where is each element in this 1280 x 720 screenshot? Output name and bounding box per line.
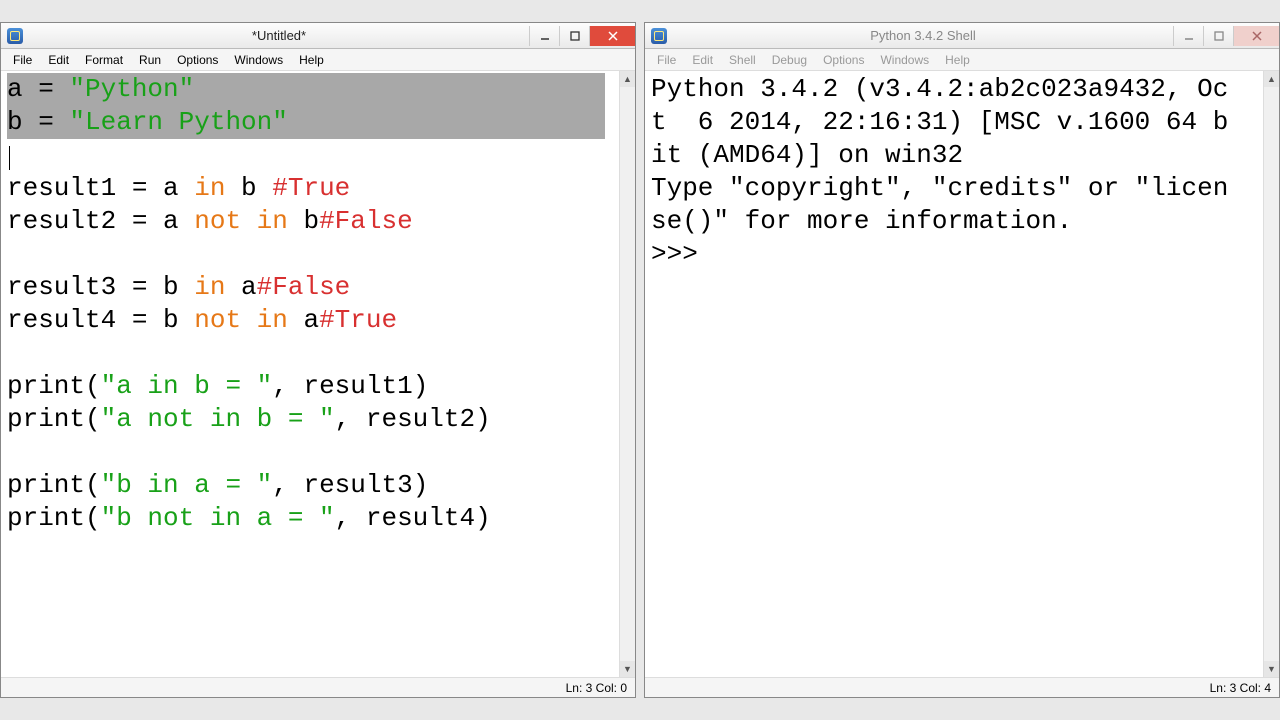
maximize-button[interactable] — [559, 26, 589, 46]
shell-statusbar: Ln: 3 Col: 4 — [645, 677, 1279, 697]
editor-window: *Untitled* File Edit Format Run Options … — [0, 22, 636, 698]
shell-menubar: File Edit Shell Debug Options Windows He… — [645, 49, 1279, 71]
editor-statusbar: Ln: 3 Col: 0 — [1, 677, 635, 697]
minimize-button[interactable] — [1173, 26, 1203, 46]
code-editor[interactable]: a = "Python" b = "Learn Python" result1 … — [1, 71, 635, 677]
scroll-down-icon[interactable]: ▼ — [1264, 661, 1279, 677]
menu-windows[interactable]: Windows — [872, 51, 937, 69]
editor-title: *Untitled* — [29, 28, 529, 43]
menu-file[interactable]: File — [5, 51, 40, 69]
close-button[interactable] — [589, 26, 635, 46]
editor-titlebar[interactable]: *Untitled* — [1, 23, 635, 49]
shell-content: Python 3.4.2 (v3.4.2:ab2c023a9432, Oct 6… — [645, 71, 1245, 273]
minimize-button[interactable] — [529, 26, 559, 46]
maximize-button[interactable] — [1203, 26, 1233, 46]
editor-scrollbar[interactable]: ▲ ▼ — [619, 71, 635, 677]
menu-options[interactable]: Options — [815, 51, 872, 69]
scroll-up-icon[interactable]: ▲ — [620, 71, 635, 87]
menu-run[interactable]: Run — [131, 51, 169, 69]
menu-help[interactable]: Help — [937, 51, 978, 69]
banner-line: Python 3.4.2 (v3.4.2:ab2c023a9432, Oct 6… — [651, 74, 1228, 170]
menu-help[interactable]: Help — [291, 51, 332, 69]
idle-icon — [7, 28, 23, 44]
scroll-up-icon[interactable]: ▲ — [1264, 71, 1279, 87]
menu-debug[interactable]: Debug — [764, 51, 815, 69]
editor-menubar: File Edit Format Run Options Windows Hel… — [1, 49, 635, 71]
menu-options[interactable]: Options — [169, 51, 226, 69]
window-controls — [529, 26, 635, 46]
shell-window: Python 3.4.2 Shell File Edit Shell Debug… — [644, 22, 1280, 698]
menu-edit[interactable]: Edit — [40, 51, 77, 69]
shell-titlebar[interactable]: Python 3.4.2 Shell — [645, 23, 1279, 49]
shell-prompt: >>> — [651, 239, 713, 269]
close-button[interactable] — [1233, 26, 1279, 46]
code-content: a = "Python" b = "Learn Python" result1 … — [1, 71, 635, 537]
menu-windows[interactable]: Windows — [226, 51, 291, 69]
shell-scrollbar[interactable]: ▲ ▼ — [1263, 71, 1279, 677]
menu-file[interactable]: File — [649, 51, 684, 69]
window-controls — [1173, 26, 1279, 46]
idle-icon — [651, 28, 667, 44]
menu-format[interactable]: Format — [77, 51, 131, 69]
shell-title: Python 3.4.2 Shell — [673, 28, 1173, 43]
editor-position: Ln: 3 Col: 0 — [566, 681, 627, 695]
menu-edit[interactable]: Edit — [684, 51, 721, 69]
shell-position: Ln: 3 Col: 4 — [1210, 681, 1271, 695]
banner-line: Type "copyright", "credits" or "license(… — [651, 173, 1228, 236]
menu-shell[interactable]: Shell — [721, 51, 764, 69]
shell-output[interactable]: Python 3.4.2 (v3.4.2:ab2c023a9432, Oct 6… — [645, 71, 1279, 677]
text-cursor — [9, 146, 10, 170]
scroll-down-icon[interactable]: ▼ — [620, 661, 635, 677]
